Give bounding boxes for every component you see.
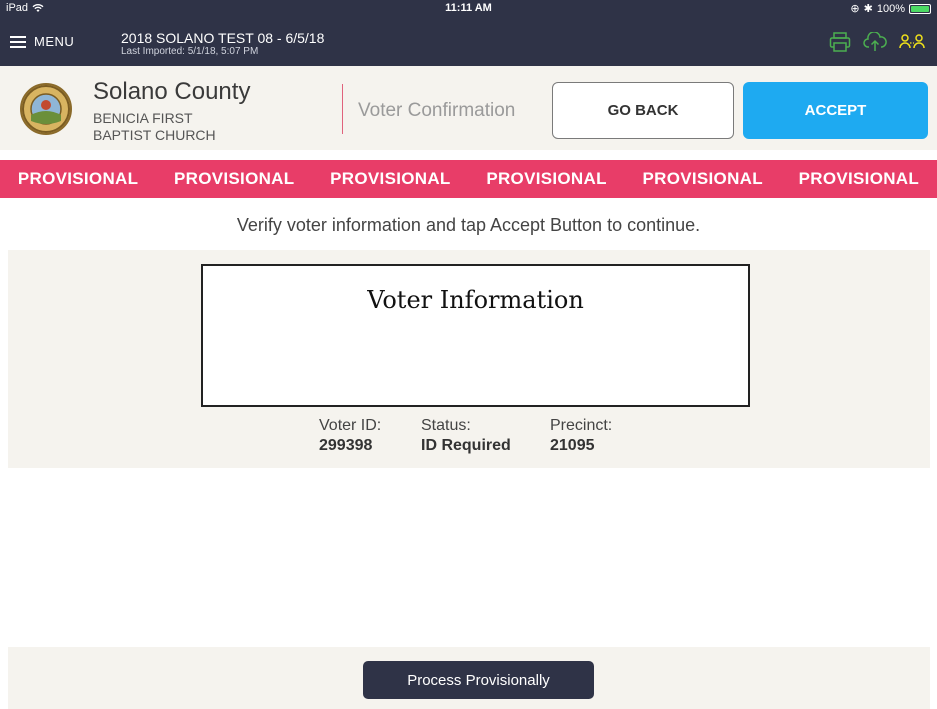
lock-rotation-icon: ⊕ bbox=[850, 3, 860, 15]
users-icon[interactable] bbox=[899, 32, 925, 52]
provisional-label: PROVISIONAL bbox=[486, 169, 607, 188]
battery-percent: 100% bbox=[876, 2, 905, 15]
precinct-field: Precinct: 21095 bbox=[550, 416, 612, 456]
precinct-value: 21095 bbox=[550, 437, 595, 454]
county-seal-logo bbox=[20, 83, 72, 135]
county-name: Solano County bbox=[93, 78, 251, 105]
header-divider bbox=[342, 84, 343, 134]
precinct-label: Precinct: bbox=[550, 417, 613, 434]
polling-location-line1: BENICIA FIRST bbox=[93, 110, 193, 126]
cloud-upload-icon[interactable] bbox=[863, 32, 887, 52]
voter-info-title: Voter Information bbox=[367, 286, 584, 314]
polling-location-line2: BAPTIST CHURCH bbox=[93, 127, 216, 143]
last-imported: Last Imported: 5/1/18, 5:07 PM bbox=[121, 46, 259, 57]
status-time: 11:11 AM bbox=[445, 2, 492, 14]
menu-button[interactable]: MENU bbox=[10, 34, 74, 49]
provisional-banner: PROVISIONAL PROVISIONAL PROVISIONAL PROV… bbox=[0, 160, 937, 198]
instructions-text: Verify voter information and tap Accept … bbox=[236, 215, 701, 235]
polling-location: BENICIA FIRST BAPTIST CHURCH bbox=[93, 110, 253, 144]
voter-id-value: 299398 bbox=[319, 437, 373, 454]
voter-id-field: Voter ID: 299398 bbox=[319, 416, 381, 456]
voter-info-box: Voter Information bbox=[201, 264, 750, 407]
footer: Process Provisionally bbox=[8, 647, 930, 709]
app-bar: iPad 11:11 AM ⊕ ✱ 100% MENU 2018 SOLANO … bbox=[0, 0, 937, 66]
status-field: Status: ID Required bbox=[421, 416, 511, 456]
status-bar: iPad 11:11 AM ⊕ ✱ 100% bbox=[0, 0, 937, 16]
page-title: Voter Confirmation bbox=[358, 100, 516, 121]
provisional-label: PROVISIONAL bbox=[174, 169, 295, 188]
election-title: 2018 SOLANO TEST 08 - 6/5/18 bbox=[121, 30, 325, 46]
go-back-button[interactable]: GO BACK bbox=[552, 82, 734, 139]
provisional-label: PROVISIONAL bbox=[798, 169, 920, 188]
process-provisionally-button[interactable]: Process Provisionally bbox=[363, 661, 594, 699]
accept-button[interactable]: ACCEPT bbox=[743, 82, 928, 139]
header: Solano County BENICIA FIRST BAPTIST CHUR… bbox=[0, 66, 937, 150]
provisional-label: PROVISIONAL bbox=[642, 169, 763, 188]
hamburger-icon bbox=[10, 35, 26, 48]
menu-label: MENU bbox=[34, 34, 75, 49]
printer-icon[interactable] bbox=[829, 32, 851, 52]
provisional-label: PROVISIONAL bbox=[330, 169, 451, 188]
status-value: ID Required bbox=[421, 437, 511, 454]
battery-icon bbox=[909, 3, 931, 14]
voter-info-panel: Voter Information Voter ID: 299398 Statu… bbox=[8, 250, 930, 468]
status-label: Status: bbox=[421, 417, 471, 434]
voter-id-label: Voter ID: bbox=[319, 417, 382, 434]
bluetooth-icon: ✱ bbox=[863, 3, 873, 15]
provisional-label: PROVISIONAL bbox=[17, 169, 139, 188]
